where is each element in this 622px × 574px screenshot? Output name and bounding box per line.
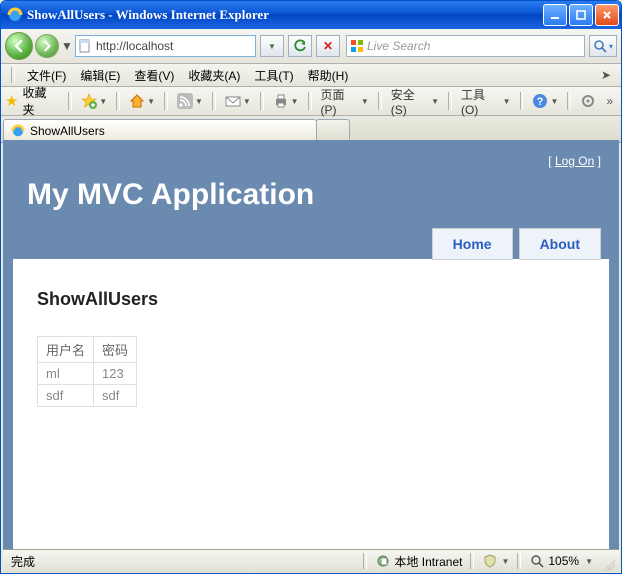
safety-button[interactable]: 安全(S)▼ bbox=[387, 91, 443, 111]
search-provider-icon bbox=[350, 39, 364, 53]
menu-file[interactable]: 文件(F) bbox=[21, 65, 72, 86]
logon-link[interactable]: Log On bbox=[555, 154, 594, 168]
logon-area: [ Log On ] bbox=[13, 154, 601, 168]
search-box[interactable]: Live Search bbox=[346, 35, 585, 57]
print-button[interactable]: ▼ bbox=[269, 91, 303, 111]
maximize-button[interactable] bbox=[569, 4, 593, 26]
table-row: ml 123 bbox=[38, 363, 137, 385]
title-bar[interactable]: ShowAllUsers - Windows Internet Explorer bbox=[1, 1, 621, 29]
tab-ie-icon bbox=[10, 123, 26, 139]
rss-icon bbox=[177, 93, 193, 109]
menu-edit[interactable]: 编辑(E) bbox=[74, 65, 126, 86]
home-button[interactable]: ▼ bbox=[125, 91, 159, 111]
status-bar: 完成 本地 Intranet ▼ 105% ▼ bbox=[3, 549, 619, 572]
favorites-label[interactable]: 收藏夹 bbox=[22, 84, 57, 118]
refresh-button[interactable] bbox=[288, 35, 312, 57]
tools-button[interactable]: 工具(O)▼ bbox=[457, 91, 515, 111]
help-button[interactable]: ? ▼ bbox=[528, 91, 562, 111]
command-bar: ★ 收藏夹 ▼ ▼ ▼ ▼ ▼ 页面(P)▼ bbox=[1, 87, 621, 116]
search-placeholder: Live Search bbox=[367, 39, 430, 53]
search-button[interactable]: ▾ bbox=[589, 35, 617, 57]
browser-tab[interactable]: ShowAllUsers bbox=[3, 119, 317, 142]
back-button[interactable] bbox=[5, 32, 33, 60]
zone-label: 本地 Intranet bbox=[394, 553, 462, 570]
mail-button[interactable]: ▼ bbox=[221, 91, 255, 111]
status-text: 完成 bbox=[7, 552, 39, 570]
cmdbar-overflow[interactable]: » bbox=[602, 94, 617, 108]
menu-help[interactable]: 帮助(H) bbox=[302, 65, 355, 86]
help-icon: ? bbox=[532, 93, 548, 109]
new-tab-button[interactable] bbox=[316, 119, 350, 142]
intranet-icon bbox=[375, 553, 391, 569]
gear-icon bbox=[580, 93, 596, 109]
zoom-value: 105% bbox=[548, 554, 579, 568]
site-nav: Home About bbox=[13, 228, 601, 260]
browser-window: ShowAllUsers - Windows Internet Explorer… bbox=[0, 0, 622, 574]
table-row: sdf sdf bbox=[38, 385, 137, 407]
content-card: ShowAllUsers 用户名 密码 ml 123 sdf sdf bbox=[13, 259, 609, 549]
protected-mode[interactable]: ▼ bbox=[478, 552, 513, 570]
feeds-button[interactable]: ▼ bbox=[173, 91, 207, 111]
add-favorite-button[interactable]: ▼ bbox=[77, 91, 111, 111]
tools-label: 工具(O) bbox=[461, 86, 501, 117]
forward-button[interactable] bbox=[35, 34, 59, 58]
page-button[interactable]: 页面(P)▼ bbox=[317, 91, 373, 111]
app-title: My MVC Application bbox=[27, 178, 609, 212]
page-viewport: [ Log On ] My MVC Application Home About… bbox=[3, 140, 619, 549]
cell-pwd: 123 bbox=[94, 363, 137, 385]
home-icon bbox=[129, 93, 145, 109]
page-icon bbox=[78, 39, 92, 53]
close-button[interactable] bbox=[595, 4, 619, 26]
extra-button[interactable] bbox=[576, 91, 600, 111]
address-input[interactable] bbox=[94, 38, 253, 54]
cell-user: sdf bbox=[38, 385, 94, 407]
window-title: ShowAllUsers - Windows Internet Explorer bbox=[27, 7, 541, 23]
menu-view[interactable]: 查看(V) bbox=[128, 65, 180, 86]
minimize-button[interactable] bbox=[543, 4, 567, 26]
tab-strip: ShowAllUsers bbox=[1, 116, 621, 143]
address-bar[interactable] bbox=[75, 35, 256, 57]
stop-button[interactable]: ✕ bbox=[316, 35, 340, 57]
favorites-star-icon[interactable]: ★ bbox=[5, 92, 18, 110]
resize-grip[interactable] bbox=[601, 557, 615, 571]
menu-tools[interactable]: 工具(T) bbox=[248, 65, 299, 86]
col-user: 用户名 bbox=[38, 337, 94, 363]
nav-bar: ▼ ▼ ✕ Live Search ▾ bbox=[1, 29, 621, 64]
menu-bar: 文件(F) 编辑(E) 查看(V) 收藏夹(A) 工具(T) 帮助(H) ➤ bbox=[1, 64, 621, 87]
cell-pwd: sdf bbox=[94, 385, 137, 407]
mail-icon bbox=[225, 93, 241, 109]
safety-label: 安全(S) bbox=[391, 86, 429, 117]
table-header-row: 用户名 密码 bbox=[38, 337, 137, 363]
ie-icon bbox=[7, 7, 23, 23]
nav-home[interactable]: Home bbox=[432, 228, 513, 260]
tab-title: ShowAllUsers bbox=[30, 124, 105, 138]
page-heading: ShowAllUsers bbox=[37, 289, 585, 310]
svg-text:?: ? bbox=[537, 96, 544, 108]
nav-history-dropdown[interactable]: ▼ bbox=[61, 36, 73, 56]
zoom-control[interactable]: 105% ▼ bbox=[525, 552, 597, 570]
users-table: 用户名 密码 ml 123 sdf sdf bbox=[37, 336, 137, 407]
address-dropdown[interactable]: ▼ bbox=[260, 35, 284, 57]
add-fav-icon bbox=[81, 93, 97, 109]
shield-icon bbox=[482, 553, 498, 569]
nav-about[interactable]: About bbox=[519, 228, 601, 260]
menu-fav[interactable]: 收藏夹(A) bbox=[182, 65, 246, 86]
menu-overflow[interactable]: ➤ bbox=[597, 68, 615, 82]
status-zone[interactable]: 本地 Intranet bbox=[371, 552, 466, 570]
page-label: 页面(P) bbox=[321, 86, 359, 117]
cell-user: ml bbox=[38, 363, 94, 385]
print-icon bbox=[273, 93, 289, 109]
zoom-icon bbox=[529, 553, 545, 569]
col-pwd: 密码 bbox=[94, 337, 137, 363]
